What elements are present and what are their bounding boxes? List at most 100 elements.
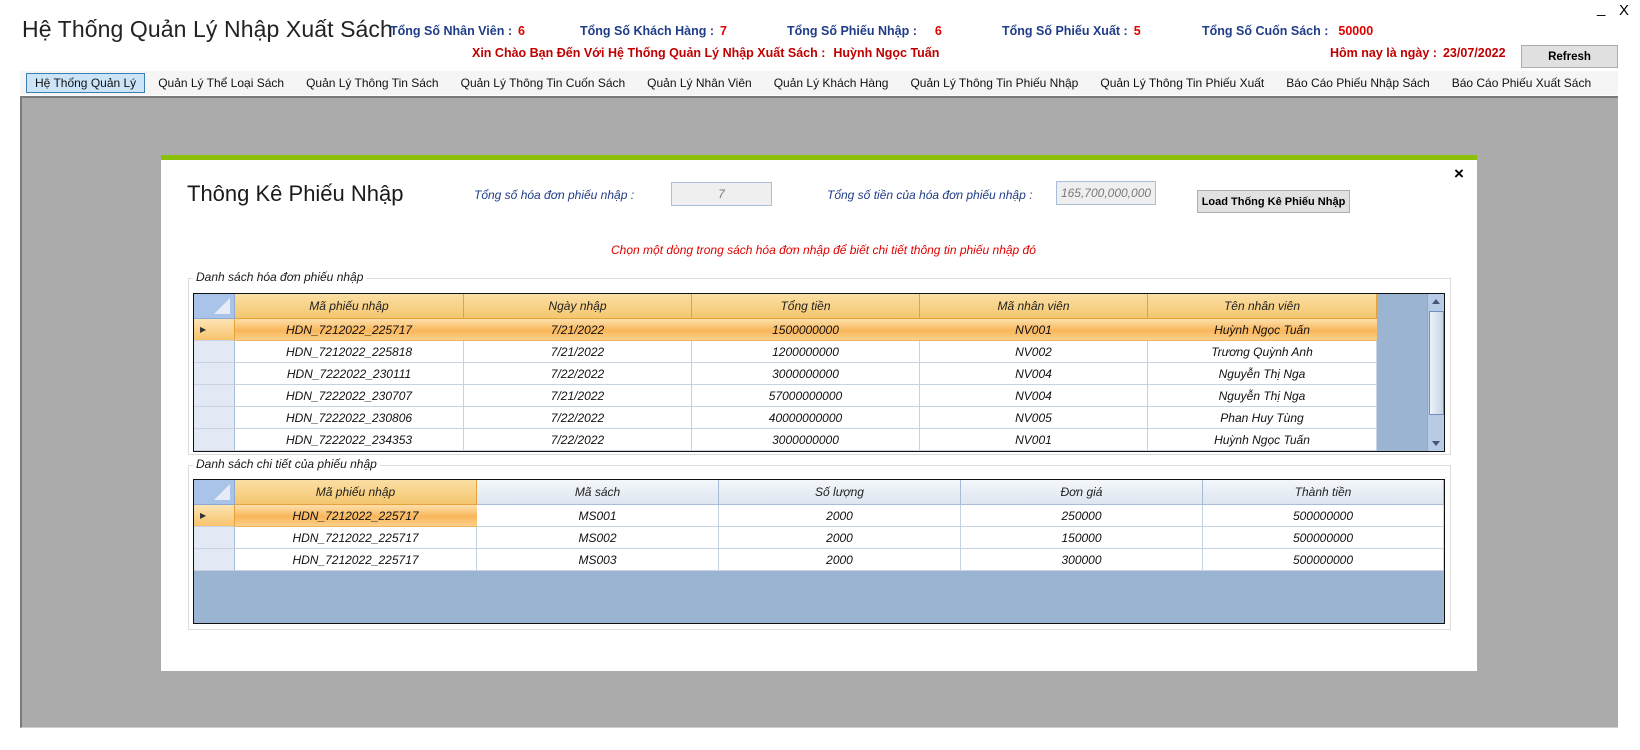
table-row[interactable]: HDN_7212022_225717 MS003 2000 300000 5000000… (194, 549, 1444, 571)
table-cell[interactable]: 300000 (961, 549, 1203, 571)
menu-item-import-slips[interactable]: Quản Lý Thông Tin Phiếu Nhập (901, 73, 1087, 93)
invoices-grid[interactable]: Mã phiếu nhập Ngày nhập Tổng tiền Mã nhâ… (193, 293, 1445, 452)
table-cell[interactable]: 1200000000 (692, 341, 920, 363)
scroll-up-icon[interactable] (1432, 299, 1440, 304)
close-icon[interactable]: × (1454, 164, 1464, 184)
minimize-icon[interactable]: _ (1597, 0, 1605, 17)
menu-item-import-report[interactable]: Báo Cáo Phiếu Nhập Sách (1277, 73, 1438, 93)
table-cell[interactable]: NV005 (920, 407, 1148, 429)
table-cell[interactable]: 250000 (961, 505, 1203, 527)
table-cell[interactable]: HDN_7212022_225717 (235, 319, 464, 341)
table-cell[interactable]: Huỳnh Ngọc Tuấn (1148, 319, 1377, 341)
menu-item-book-info[interactable]: Quản Lý Thông Tin Sách (297, 73, 448, 93)
column-header[interactable]: Tổng tiền (692, 294, 920, 319)
table-row[interactable]: ▶ HDN_7212022_225717 7/21/2022 1500000000 NV… (194, 319, 1444, 341)
table-cell[interactable]: MS001 (477, 505, 719, 527)
details-grid[interactable]: Mã phiếu nhập Mã sách Số lượng Đơn giá T… (193, 479, 1445, 624)
table-row[interactable]: HDN_7222022_230111 7/22/2022 3000000000 NV0… (194, 363, 1444, 385)
column-header[interactable]: Mã nhân viên (920, 294, 1148, 319)
row-header[interactable] (194, 407, 235, 429)
load-statistics-button[interactable]: Load Thống Kê Phiếu Nhập (1197, 190, 1350, 213)
table-cell[interactable]: 500000000 (1203, 505, 1444, 527)
menu-item-export-slips[interactable]: Quản Lý Thông Tin Phiếu Xuất (1091, 73, 1273, 93)
table-cell[interactable]: Nguyễn Thị Nga (1148, 363, 1377, 385)
menu-item-book-copies[interactable]: Quản Lý Thông Tin Cuốn Sách (452, 73, 635, 93)
table-cell[interactable]: 3000000000 (692, 429, 920, 451)
refresh-button[interactable]: Refresh (1521, 45, 1618, 68)
table-cell[interactable]: 1500000000 (692, 319, 920, 341)
table-cell[interactable]: Huỳnh Ngọc Tuấn (1148, 429, 1377, 451)
row-header[interactable] (194, 363, 235, 385)
select-all-corner[interactable] (194, 480, 235, 505)
invoice-count-field[interactable]: 7 (671, 182, 772, 206)
table-cell[interactable]: 7/21/2022 (464, 341, 692, 363)
menu-item-export-report[interactable]: Báo Cáo Phiếu Xuất Sách (1443, 73, 1600, 93)
table-cell[interactable]: MS003 (477, 549, 719, 571)
total-amount-field[interactable]: 165,700,000,000 (1056, 181, 1156, 205)
table-cell[interactable]: NV001 (920, 319, 1148, 341)
row-header[interactable] (194, 527, 235, 549)
row-header[interactable]: ▶ (194, 319, 235, 341)
column-header[interactable]: Ngày nhập (464, 294, 692, 319)
scroll-thumb[interactable] (1429, 311, 1444, 415)
table-row[interactable]: HDN_7222022_234353 7/22/2022 3000000000 NV0… (194, 429, 1444, 451)
table-cell[interactable]: HDN_7212022_225717 (235, 505, 477, 527)
table-cell[interactable]: NV002 (920, 341, 1148, 363)
menu-item-employees[interactable]: Quản Lý Nhân Viên (638, 73, 761, 93)
table-cell[interactable]: Trương Quỳnh Anh (1148, 341, 1377, 363)
table-cell[interactable]: 40000000000 (692, 407, 920, 429)
column-header[interactable]: Mã phiếu nhập (235, 294, 464, 319)
total-amount-label: Tổng số tiền của hóa đơn phiếu nhập : (827, 188, 1033, 202)
table-row[interactable]: HDN_7222022_230806 7/22/2022 40000000000 NV… (194, 407, 1444, 429)
table-row[interactable]: ▶ HDN_7212022_225717 MS001 2000 250000 500000… (194, 505, 1444, 527)
table-cell[interactable]: Nguyễn Thị Nga (1148, 385, 1377, 407)
table-row[interactable]: HDN_7222022_230707 7/21/2022 57000000000 NV… (194, 385, 1444, 407)
table-cell[interactable]: NV004 (920, 363, 1148, 385)
table-cell[interactable]: 500000000 (1203, 549, 1444, 571)
table-cell[interactable]: HDN_7212022_225818 (235, 341, 464, 363)
table-cell[interactable]: HDN_7212022_225717 (235, 527, 477, 549)
row-header[interactable]: ▶ (194, 505, 235, 527)
stat-employees: Tổng Số Nhân Viên : 6 (390, 24, 525, 38)
table-cell[interactable]: NV001 (920, 429, 1148, 451)
row-header[interactable] (194, 385, 235, 407)
table-cell[interactable]: 7/21/2022 (464, 319, 692, 341)
menu-item-categories[interactable]: Quản Lý Thể Loại Sách (149, 73, 293, 93)
menu-item-customers[interactable]: Quản Lý Khách Hàng (765, 73, 898, 93)
scroll-down-icon[interactable] (1432, 441, 1440, 446)
table-cell[interactable]: 150000 (961, 527, 1203, 549)
table-cell[interactable]: HDN_7222022_230806 (235, 407, 464, 429)
table-cell[interactable]: 500000000 (1203, 527, 1444, 549)
table-row[interactable]: HDN_7212022_225818 7/21/2022 1200000000 NV0… (194, 341, 1444, 363)
table-cell[interactable]: 7/22/2022 (464, 363, 692, 385)
table-cell[interactable]: 7/21/2022 (464, 385, 692, 407)
column-header[interactable]: Số lượng (719, 480, 961, 505)
select-all-corner[interactable] (194, 294, 235, 319)
table-cell[interactable]: 7/22/2022 (464, 429, 692, 451)
table-cell[interactable]: 2000 (719, 527, 961, 549)
column-header[interactable]: Thành tiền (1203, 480, 1444, 505)
column-header[interactable]: Mã sách (477, 480, 719, 505)
table-cell[interactable]: 2000 (719, 505, 961, 527)
table-row[interactable]: HDN_7212022_225717 MS002 2000 150000 5000000… (194, 527, 1444, 549)
vertical-scrollbar[interactable] (1427, 294, 1444, 451)
menu-item-system[interactable]: Hệ Thống Quản Lý (26, 73, 146, 93)
column-header[interactable]: Mã phiếu nhập (235, 480, 477, 505)
table-cell[interactable]: MS002 (477, 527, 719, 549)
table-cell[interactable]: HDN_7222022_230707 (235, 385, 464, 407)
table-cell[interactable]: 2000 (719, 549, 961, 571)
table-cell[interactable]: 3000000000 (692, 363, 920, 385)
row-header[interactable] (194, 341, 235, 363)
row-header[interactable] (194, 549, 235, 571)
table-cell[interactable]: HDN_7212022_225717 (235, 549, 477, 571)
column-header[interactable]: Tên nhân viên (1148, 294, 1377, 319)
row-header[interactable] (194, 429, 235, 451)
close-window-icon[interactable]: X (1619, 2, 1629, 19)
table-cell[interactable]: 57000000000 (692, 385, 920, 407)
table-cell[interactable]: NV004 (920, 385, 1148, 407)
table-cell[interactable]: HDN_7222022_230111 (235, 363, 464, 385)
column-header[interactable]: Đơn giá (961, 480, 1203, 505)
table-cell[interactable]: Phan Huy Tùng (1148, 407, 1377, 429)
table-cell[interactable]: HDN_7222022_234353 (235, 429, 464, 451)
table-cell[interactable]: 7/22/2022 (464, 407, 692, 429)
